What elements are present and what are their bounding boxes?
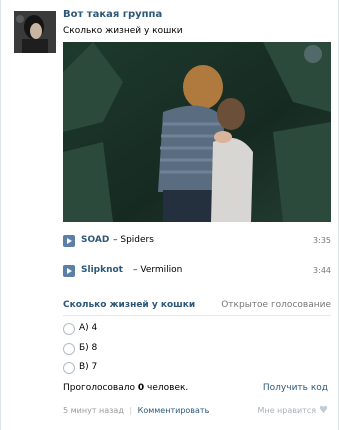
- track-title: – Spiders: [113, 235, 154, 245]
- heart-icon: ♥: [319, 405, 328, 416]
- radio-button[interactable]: [63, 323, 75, 335]
- like-label: Мне нравится: [257, 406, 317, 415]
- track-duration: 3:35: [313, 236, 331, 245]
- play-icon[interactable]: [63, 265, 75, 277]
- like-button[interactable]: Мне нравится ♥: [257, 405, 328, 416]
- group-avatar[interactable]: [14, 11, 56, 53]
- comment-link[interactable]: Комментировать: [138, 406, 210, 415]
- get-code-link[interactable]: Получить код: [263, 383, 328, 393]
- post-photo[interactable]: [63, 42, 331, 222]
- radio-button[interactable]: [63, 343, 75, 355]
- group-name-link[interactable]: Вот такая группа: [63, 9, 162, 20]
- track-duration: 3:44: [313, 266, 331, 275]
- track-title: – Vermilion: [133, 265, 183, 275]
- audio-track[interactable]: SOAD – Spiders 3:35: [63, 235, 331, 249]
- post-time[interactable]: 5 минут назад: [63, 406, 124, 415]
- poll-option-label[interactable]: В) 7: [79, 362, 97, 372]
- post-card: Вот такая группа Сколько жизней у кошки: [0, 0, 339, 430]
- avatar-image: [14, 11, 56, 53]
- post-meta: 5 минут назад | Комментировать: [63, 406, 209, 415]
- track-artist[interactable]: SOAD: [81, 235, 109, 245]
- track-artist[interactable]: Slipknot: [81, 265, 123, 275]
- meta-separator: |: [129, 406, 133, 415]
- poll-question: Сколько жизней у кошки: [63, 300, 196, 310]
- post-text: Сколько жизней у кошки: [63, 26, 183, 36]
- radio-button[interactable]: [63, 362, 75, 374]
- poll-option-label[interactable]: А) 4: [79, 323, 97, 333]
- photo-image: [63, 42, 331, 222]
- audio-track[interactable]: Slipknot – Vermilion 3:44: [63, 265, 331, 279]
- poll-type: Открытое голосование: [221, 300, 331, 310]
- play-icon[interactable]: [63, 235, 75, 247]
- poll-header: Сколько жизней у кошки Открытое голосова…: [63, 300, 331, 316]
- poll-vote-count: Проголосовало 0 человек.: [63, 383, 189, 393]
- poll-option-label[interactable]: Б) 8: [79, 343, 97, 353]
